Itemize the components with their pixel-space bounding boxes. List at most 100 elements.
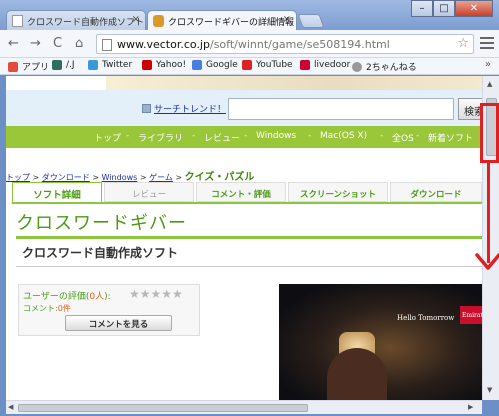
trend-icon [142,104,151,113]
forward-arrow-icon[interactable]: → [30,36,41,51]
ad-woman-figure [327,348,387,400]
horizontal-scrollbar[interactable]: ◀ ▶ [6,400,482,414]
back-arrow-icon[interactable]: ← [8,36,19,51]
comment-count-value: 0件 [57,304,71,313]
nav-review[interactable]: レビュー [204,131,240,144]
breadcrumb-windows[interactable]: Windows [102,173,138,182]
livedoor-icon [300,60,310,70]
tab-title: クロスワード自動作成ソフト「 [27,18,146,28]
subtitle-divider [16,266,482,267]
comment-count: コメント:0件 [23,303,71,314]
bookmark-slashdot[interactable]: /.J [52,60,75,70]
scroll-down-arrow-icon[interactable]: ▼ [487,386,492,394]
bookmark-livedoor[interactable]: livedoor [300,60,350,70]
tab-crossword-giver[interactable]: クロスワードギバーの詳細情報 × [147,10,297,31]
rating-label-post: ): [104,292,111,302]
annotation-arrow-head-icon [475,253,499,270]
title-divider [16,236,482,239]
bookmark-label: Yahoo! [156,60,187,70]
nav-mac[interactable]: Mac(OS X) [320,131,367,141]
browser-window: クロスワード自動作成ソフト「 × クロスワードギバーの詳細情報 × – □ ✕ … [0,0,499,416]
tab-comments-ratings[interactable]: コメント・評価 [196,182,286,202]
top-banner-ad[interactable] [106,76,482,90]
bookmark-star-icon[interactable]: ☆ [457,36,469,51]
window-close-icon[interactable]: ✕ [455,0,493,17]
bookmark-label: livedoor [314,60,351,70]
bookmark-yahoo[interactable]: Yahoo! [142,60,186,70]
nav-separator: - [416,131,420,141]
close-icon[interactable]: × [132,14,140,25]
window-controls: – □ ✕ [411,0,493,17]
bookmark-label: アプリ [22,63,50,73]
search-trend-link[interactable]: サーチトレンド！ [154,102,226,115]
slashdot-icon [52,60,62,70]
page-viewport: サーチトレンド！ 検索 トップ - ライブラリ - レビュー - Windows… [6,76,482,400]
address-bar[interactable]: www.vector.co.jp/soft/winnt/game/se50819… [96,34,474,54]
scroll-left-arrow-icon[interactable]: ◀ [8,403,13,411]
bookmark-2ch[interactable]: 2ちゃんねる [352,60,417,73]
tab-crossword-auto[interactable]: クロスワード自動作成ソフト「 × [6,10,146,31]
emirates-ad-image[interactable]: Hello Tomorrow Emirates [279,284,482,400]
nav-windows[interactable]: Windows [256,131,296,141]
bookmarks-bar: アプリ /.J Twitter Yahoo! Google YouTube li… [0,58,499,75]
rating-count: 0人 [89,292,105,302]
rating-stars-icon: ★★★★★ [129,287,183,301]
nav-separator: - [192,131,196,141]
comment-label: コメント: [23,304,58,313]
title-bar: クロスワード自動作成ソフト「 × クロスワードギバーの詳細情報 × – □ ✕ [0,0,499,31]
ad-tagline: Hello Tomorrow [397,314,455,322]
yahoo-icon [142,60,152,70]
tab-review[interactable]: レビュー [104,182,194,202]
search-button[interactable]: 検索 [458,98,482,120]
tab-title: クロスワードギバーの詳細情報 [168,18,295,28]
rating-label-pre: ユーザーの評価( [23,292,90,302]
nav-new-software[interactable]: 新着ソフト [428,131,473,144]
home-icon[interactable]: ⌂ [75,36,83,51]
page-icon [102,39,112,51]
nav-top[interactable]: トップ [94,131,121,144]
bookmark-label: Twitter [102,60,133,70]
horizontal-scroll-thumb[interactable] [18,404,308,412]
tab-software-details[interactable]: ソフト詳細 [12,182,102,202]
scroll-up-arrow-icon[interactable]: ▲ [487,80,492,88]
nav-all-os[interactable]: 全OS [392,131,414,144]
minimize-icon[interactable]: – [411,0,433,17]
breadcrumb-download[interactable]: ダウンロード [42,173,90,182]
user-rating-box: ユーザーの評価(0人): ★★★★★ コメント:0件 コメントを見る [18,284,200,336]
url-path: /soft/winnt/game/se508194.html [209,38,390,51]
tab-download[interactable]: ダウンロード [390,182,482,202]
nav-separator: - [244,131,248,141]
bookmark-apps[interactable]: アプリ [8,60,49,73]
url-domain: www.vector.co.jp [117,38,210,51]
bookmark-twitter[interactable]: Twitter [88,60,132,70]
tabs-underline [12,202,482,204]
detail-tabs: ソフト詳細 レビュー コメント・評価 スクリーンショット ダウンロード [12,182,482,202]
vector-cat-icon [153,15,164,27]
breadcrumb-top[interactable]: トップ [6,173,30,182]
maximize-icon[interactable]: □ [433,0,455,17]
tab-screenshots[interactable]: スクリーンショット [288,182,388,202]
new-tab-button[interactable] [297,14,325,28]
nav-library[interactable]: ライブラリ [138,131,183,144]
search-input[interactable] [228,98,454,120]
bookmark-label: YouTube [256,60,293,70]
youtube-icon [242,60,252,70]
see-comments-button[interactable]: コメントを見る [65,315,172,331]
annotation-highlight-box [480,103,499,163]
nav-separator: - [308,131,312,141]
reload-icon[interactable]: C [53,36,62,51]
user-rating-label: ユーザーの評価(0人): [23,289,111,302]
scroll-right-arrow-icon[interactable]: ▶ [468,403,473,411]
breadcrumb-game[interactable]: ゲーム [149,173,173,182]
annotation-arrow-line [487,163,490,263]
emirates-logo: Emirates [460,306,482,324]
nav-separator: - [380,131,384,141]
menu-icon[interactable] [480,37,494,52]
bookmark-youtube[interactable]: YouTube [242,60,293,70]
search-area: サーチトレンド！ 検索 [6,90,482,126]
close-icon[interactable]: × [283,14,291,25]
bookmarks-more-icon[interactable]: » [485,59,491,70]
apps-grid-icon [8,61,18,72]
bookmark-google[interactable]: Google [192,60,238,70]
google-icon [192,60,202,70]
